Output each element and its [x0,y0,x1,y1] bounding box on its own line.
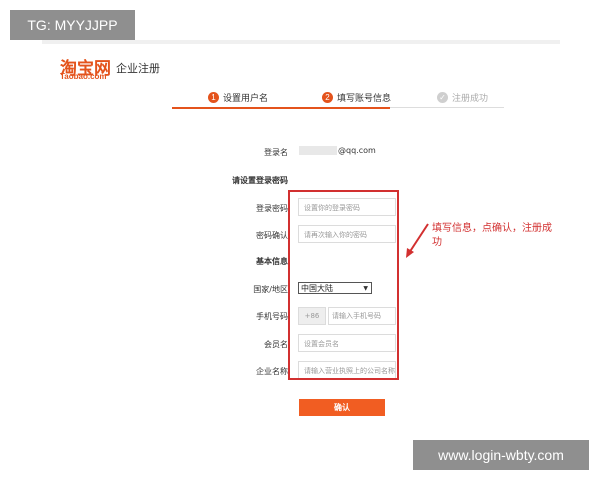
phone-prefix[interactable]: +86 [298,307,326,325]
country-value: 中国大陆 [301,284,333,293]
login-name-domain: @qq.com [338,146,376,155]
step-1-number: 1 [208,91,219,103]
member-name-input[interactable]: 设置会员名 [298,334,396,352]
watermark-bottom: www.login-wbty.com [413,440,589,470]
country-label: 国家/地区 [253,285,288,294]
step-2-label: 填写账号信息 [337,93,392,104]
login-name-value: @qq.com [299,146,376,155]
step-1: 1 设置用户名 [208,88,268,106]
confirm-password-input[interactable]: 请再次输入你的密码 [298,225,396,243]
blurred-username [299,146,337,155]
step-2: 2 填写账号信息 [322,88,391,106]
phone-label: 手机号码 [256,312,288,321]
login-name-label: 登录名 [264,148,288,157]
member-name-label: 会员名 [264,340,288,349]
country-select[interactable]: 中国大陆 ▼ [298,282,372,294]
step-1-label: 设置用户名 [223,93,269,104]
set-password-title: 请设置登录密码 [232,176,288,185]
dropdown-arrow-icon: ▼ [363,285,368,292]
basic-info-title: 基本信息 [256,257,288,266]
company-name-input[interactable]: 请输入营业执照上的公司名称 [298,361,396,379]
logo-english: Taobao.com [60,72,107,81]
company-name-label: 企业名称 [256,367,288,376]
phone-input[interactable]: 请输入手机号码 [328,307,396,325]
confirm-button[interactable]: 确认 [299,399,385,416]
step-progress-track [390,107,504,108]
step-3-label: 注册成功 [452,93,489,104]
annotation-arrow-icon [406,223,429,258]
confirm-password-label: 密码确认 [256,231,288,240]
step-3: ✓ 注册成功 [437,88,488,106]
annotation-note: 填写信息，点确认，注册成功 [432,223,552,248]
password-label: 登录密码 [256,204,288,213]
step-2-number: 2 [322,91,333,103]
password-input[interactable]: 设置你的登录密码 [298,198,396,216]
page-title: 企业注册 [116,62,160,75]
step-3-check-icon: ✓ [437,91,448,103]
registration-steps: 1 设置用户名 2 填写账号信息 ✓ 注册成功 [172,88,504,110]
watermark-top: TG: MYYJJPP [10,10,135,40]
step-progress-bar [172,107,390,109]
